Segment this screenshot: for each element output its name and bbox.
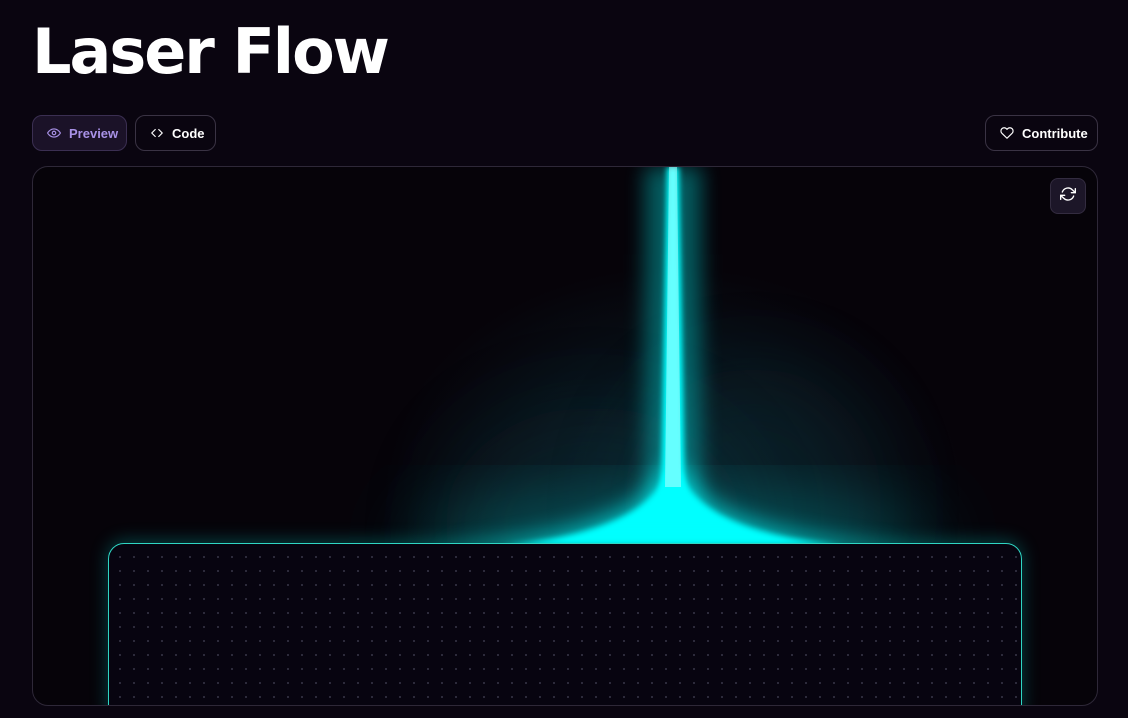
contribute-button[interactable]: Contribute xyxy=(985,115,1098,151)
preview-canvas[interactable] xyxy=(32,166,1098,706)
heart-icon xyxy=(1000,126,1014,140)
tab-code-label: Code xyxy=(172,125,205,141)
tab-preview-label: Preview xyxy=(69,125,119,141)
refresh-button[interactable] xyxy=(1050,178,1086,214)
tab-preview[interactable]: Preview xyxy=(32,115,127,151)
code-brackets-icon xyxy=(150,126,164,140)
eye-icon xyxy=(47,126,61,140)
page: Laser Flow Preview Code Contribute xyxy=(0,0,1128,718)
contribute-button-label: Contribute xyxy=(1022,125,1088,141)
tab-code[interactable]: Code xyxy=(135,115,216,151)
dotted-reveal-panel xyxy=(108,543,1022,705)
refresh-icon xyxy=(1060,186,1076,207)
page-title: Laser Flow xyxy=(32,15,390,88)
